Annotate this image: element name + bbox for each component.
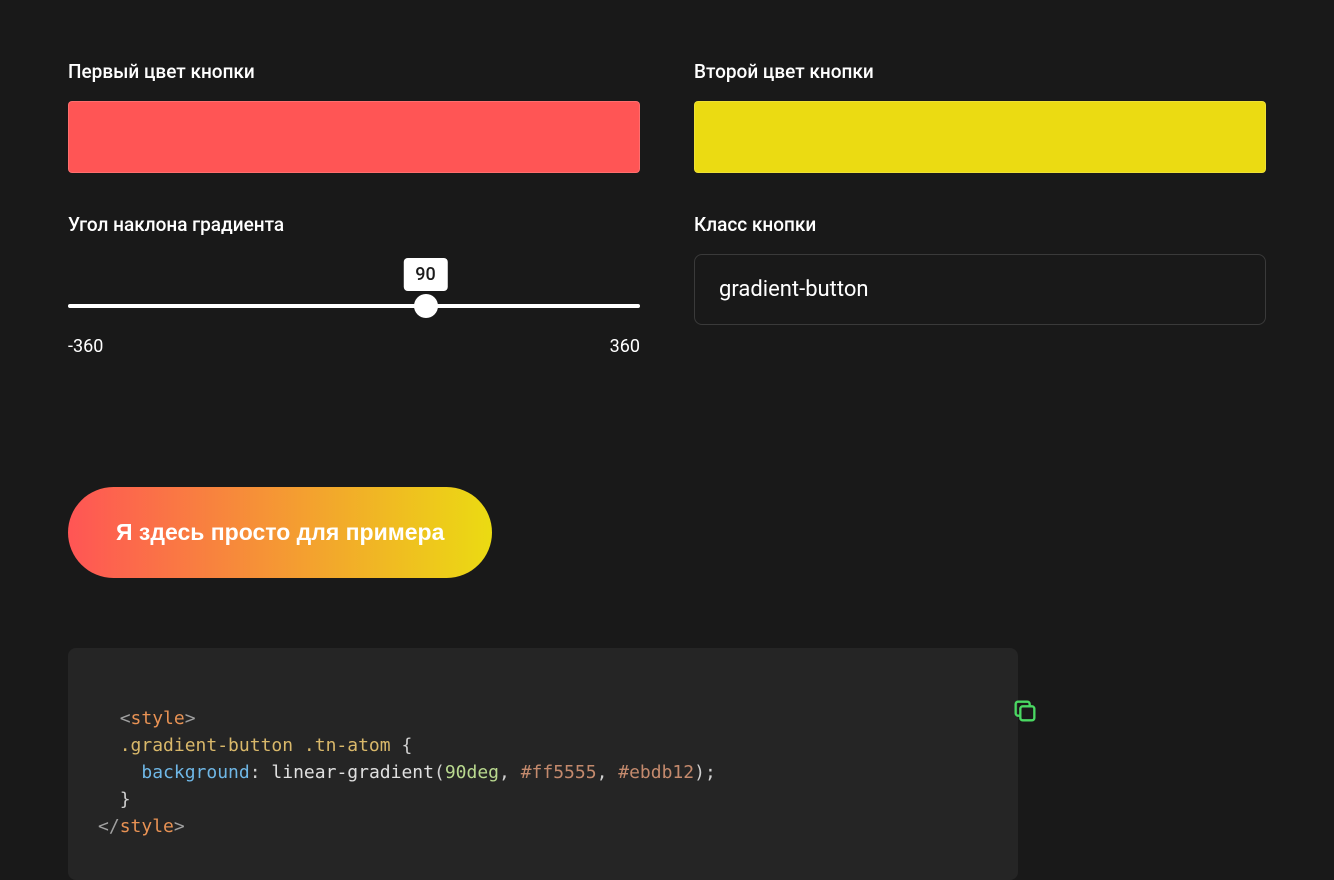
- code-token: >: [185, 708, 196, 729]
- code-token: }: [120, 789, 131, 810]
- code-token: ;: [705, 762, 716, 783]
- angle-slider-min: -360: [68, 336, 103, 357]
- angle-slider-thumb[interactable]: [414, 294, 438, 318]
- code-token: ,: [499, 762, 510, 783]
- first-color-label: Первый цвет кнопки: [68, 60, 640, 83]
- code-token: #ff5555: [521, 762, 597, 783]
- code-token: </: [98, 816, 120, 837]
- button-class-label: Класс кнопки: [694, 213, 1266, 236]
- code-token: style: [131, 708, 185, 729]
- preview-button[interactable]: Я здесь просто для примера: [68, 487, 492, 578]
- code-token: 90deg: [445, 762, 499, 783]
- code-token: <: [120, 708, 131, 729]
- code-token: (: [434, 762, 445, 783]
- code-token: .gradient-button .tn-atom: [120, 735, 391, 756]
- code-token: :: [250, 762, 261, 783]
- first-color-swatch[interactable]: [68, 101, 640, 173]
- code-token: {: [401, 735, 412, 756]
- code-output: <style> .gradient-button .tn-atom { back…: [68, 648, 1018, 880]
- angle-slider-value: 90: [403, 258, 447, 291]
- code-token: >: [174, 816, 185, 837]
- code-token: #ebdb12: [618, 762, 694, 783]
- code-token: ,: [597, 762, 608, 783]
- angle-slider[interactable]: 90: [68, 304, 640, 308]
- gradient-angle-label: Угол наклона градиента: [68, 213, 640, 236]
- second-color-swatch[interactable]: [694, 101, 1266, 173]
- second-color-label: Второй цвет кнопки: [694, 60, 1266, 83]
- code-token: linear-gradient: [271, 762, 434, 783]
- code-token: style: [120, 816, 174, 837]
- code-token: ): [694, 762, 705, 783]
- button-class-input[interactable]: [694, 254, 1266, 325]
- copy-icon[interactable]: [968, 670, 996, 698]
- code-token: background: [141, 762, 249, 783]
- angle-slider-max: 360: [610, 336, 640, 357]
